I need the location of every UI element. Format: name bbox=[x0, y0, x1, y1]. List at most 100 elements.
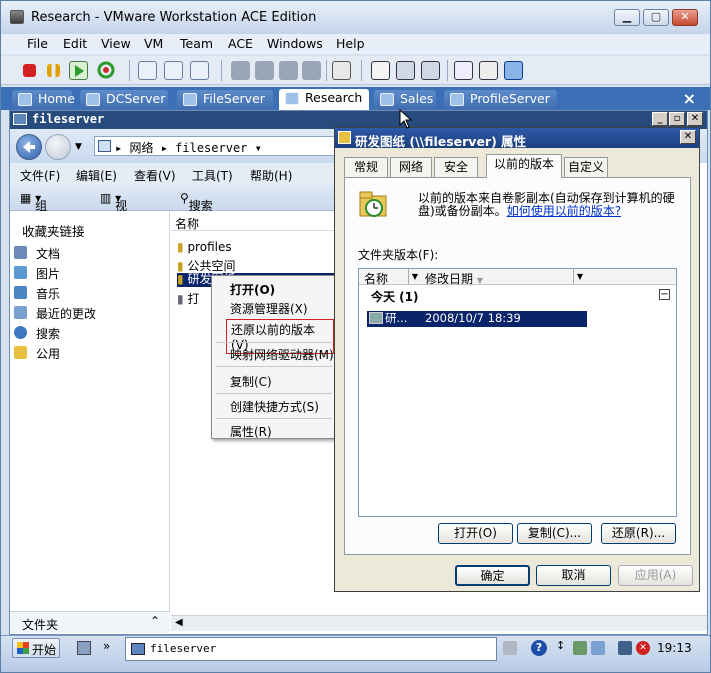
collapse-group-button[interactable]: − bbox=[659, 289, 670, 300]
thumbnail-view-icon[interactable] bbox=[504, 61, 523, 80]
how-to-use-link[interactable]: 如何使用以前的版本? bbox=[507, 204, 621, 218]
favorite-search[interactable]: 搜索 bbox=[14, 325, 60, 342]
close-tab-button[interactable]: × bbox=[683, 89, 696, 108]
organize-button[interactable]: ▦ 组织 ▾ bbox=[20, 191, 47, 230]
favorite-public[interactable]: 公用 bbox=[14, 345, 60, 362]
explorer-menu-view[interactable]: 查看(V) bbox=[134, 167, 176, 184]
tab-security[interactable]: 安全 bbox=[434, 157, 478, 177]
network-tray-icon[interactable] bbox=[573, 641, 587, 655]
summary-view-icon[interactable] bbox=[479, 61, 498, 80]
restore-version-button[interactable]: 还原(R)... bbox=[601, 523, 676, 544]
explorer-close-button[interactable]: ✕ bbox=[687, 112, 703, 126]
tab-dcserver[interactable]: DCServer bbox=[80, 90, 168, 110]
context-open[interactable]: 打开(O) bbox=[230, 281, 275, 298]
forward-button[interactable] bbox=[45, 134, 71, 160]
tab-customize[interactable]: 自定义 bbox=[564, 157, 608, 177]
minimize-button[interactable]: ▁ bbox=[614, 9, 640, 26]
folders-bar[interactable]: 文件夹 ⌃ bbox=[10, 611, 170, 633]
team-icon-3[interactable] bbox=[279, 61, 298, 80]
favorite-documents[interactable]: 文档 bbox=[14, 245, 60, 262]
team-icon-4[interactable] bbox=[302, 61, 321, 80]
menu-ace[interactable]: ACE bbox=[228, 36, 253, 51]
context-explorer[interactable]: 资源管理器(X) bbox=[230, 300, 308, 317]
quick-launch-more-icon[interactable]: » bbox=[103, 639, 110, 653]
address-box[interactable]: ▸ 网络 ▸ fileserver ▾ bbox=[94, 136, 344, 156]
open-version-button[interactable]: 打开(O) bbox=[438, 523, 513, 544]
menu-edit[interactable]: Edit bbox=[63, 36, 87, 51]
team-icon-2[interactable] bbox=[255, 61, 274, 80]
snapshot-icon[interactable] bbox=[138, 61, 157, 80]
back-button[interactable] bbox=[16, 134, 42, 160]
search-ad-button[interactable]: ⚲ 搜索 Active Directory bbox=[180, 191, 244, 242]
col-date-dropdown-icon[interactable]: ▼ bbox=[573, 269, 586, 284]
menu-vm[interactable]: VM bbox=[144, 36, 163, 51]
versions-list[interactable]: 名称 ▼ 修改日期 ▼ ▼ 今天 (1) − 研... 2008/10/7 18… bbox=[358, 268, 677, 517]
quick-launch-icon[interactable] bbox=[77, 641, 91, 655]
menu-view[interactable]: View bbox=[101, 36, 131, 51]
context-copy[interactable]: 复制(C) bbox=[230, 373, 272, 390]
revert-snapshot-icon[interactable] bbox=[164, 61, 183, 80]
views-button[interactable]: ▥ 视图 ▾ bbox=[100, 191, 127, 230]
tray-icon-2[interactable] bbox=[591, 641, 605, 655]
power-on-icon[interactable] bbox=[69, 61, 88, 80]
pause-icon[interactable] bbox=[47, 64, 60, 77]
context-properties[interactable]: 属性(R) bbox=[230, 423, 272, 440]
file-item-printer[interactable]: ▮ 打 bbox=[177, 290, 199, 307]
volume-muted-icon[interactable]: ✕ bbox=[636, 641, 650, 655]
tab-research[interactable]: Research bbox=[279, 89, 369, 110]
taskbar-app-fileserver[interactable]: fileserver bbox=[125, 637, 497, 661]
version-row[interactable]: 研... 2008/10/7 18:39 bbox=[367, 311, 587, 327]
console-view-icon[interactable] bbox=[454, 61, 473, 80]
reset-icon[interactable] bbox=[97, 61, 116, 80]
display-tray-icon[interactable] bbox=[618, 641, 632, 655]
tab-general[interactable]: 常规 bbox=[344, 157, 388, 177]
explorer-restore-button[interactable]: ▫ bbox=[669, 112, 685, 126]
explorer-menu-file[interactable]: 文件(F) bbox=[20, 167, 60, 184]
menu-help[interactable]: Help bbox=[336, 36, 365, 51]
keyboard-icon[interactable] bbox=[503, 641, 517, 655]
power-off-icon[interactable] bbox=[23, 64, 36, 77]
send-ctrl-alt-del-icon[interactable] bbox=[332, 61, 351, 80]
col-name-dropdown-icon[interactable]: ▼ bbox=[408, 269, 421, 284]
tab-home[interactable]: Home bbox=[12, 90, 75, 110]
context-create-shortcut[interactable]: 创建快捷方式(S) bbox=[230, 398, 319, 415]
tab-network[interactable]: 网络 bbox=[390, 157, 432, 177]
help-icon[interactable]: ? bbox=[531, 640, 547, 656]
tab-previous-versions[interactable]: 以前的版本 bbox=[486, 154, 562, 178]
sidebar-view-icon[interactable] bbox=[371, 61, 390, 80]
favorite-recent[interactable]: 最近的更改 bbox=[14, 305, 96, 322]
col-name-header[interactable]: 名称 bbox=[364, 270, 388, 287]
favorite-pictures[interactable]: 图片 bbox=[14, 265, 60, 282]
copy-version-button[interactable]: 复制(C)... bbox=[517, 523, 592, 544]
maximize-button[interactable]: ▢ bbox=[643, 9, 669, 26]
team-icon-1[interactable] bbox=[231, 61, 250, 80]
explorer-menu-help[interactable]: 帮助(H) bbox=[250, 167, 292, 184]
explorer-menu-tools[interactable]: 工具(T) bbox=[192, 167, 233, 184]
scroll-left-icon[interactable]: ◀ bbox=[175, 617, 183, 628]
favorite-music[interactable]: 音乐 bbox=[14, 285, 60, 302]
horizontal-scrollbar[interactable]: ◀ bbox=[171, 615, 707, 631]
menu-windows[interactable]: Windows bbox=[267, 36, 323, 51]
ok-button[interactable]: 确定 bbox=[455, 565, 530, 586]
tab-profileserver[interactable]: ProfileServer bbox=[444, 90, 557, 110]
menu-file[interactable]: File bbox=[27, 36, 48, 51]
cancel-button[interactable]: 取消 bbox=[536, 565, 611, 586]
explorer-menu-edit[interactable]: 编辑(E) bbox=[76, 167, 117, 184]
clock[interactable]: 19:13 bbox=[657, 641, 692, 655]
file-item-profiles[interactable]: ▮ profiles bbox=[177, 240, 232, 254]
tray-expand-icon[interactable]: ↕ bbox=[556, 639, 565, 652]
apply-button[interactable]: 应用(A) bbox=[618, 565, 693, 586]
tab-sales[interactable]: Sales bbox=[374, 90, 436, 110]
full-screen-icon[interactable] bbox=[421, 61, 440, 80]
menu-team[interactable]: Team bbox=[180, 36, 213, 51]
explorer-minimize-button[interactable]: _ bbox=[652, 112, 668, 126]
quick-switch-icon[interactable] bbox=[396, 61, 415, 80]
col-date-header[interactable]: 修改日期 ▼ bbox=[425, 270, 483, 287]
dialog-close-button[interactable]: ✕ bbox=[680, 130, 696, 144]
context-map-network-drive[interactable]: 映射网络驱动器(M) bbox=[230, 346, 334, 363]
tab-fileserver[interactable]: FileServer bbox=[177, 90, 273, 110]
close-button[interactable]: ✕ bbox=[672, 9, 698, 26]
start-button[interactable]: 开始 bbox=[12, 638, 60, 658]
history-dropdown-icon[interactable]: ▼ bbox=[75, 142, 82, 152]
snapshot-manager-icon[interactable] bbox=[190, 61, 209, 80]
